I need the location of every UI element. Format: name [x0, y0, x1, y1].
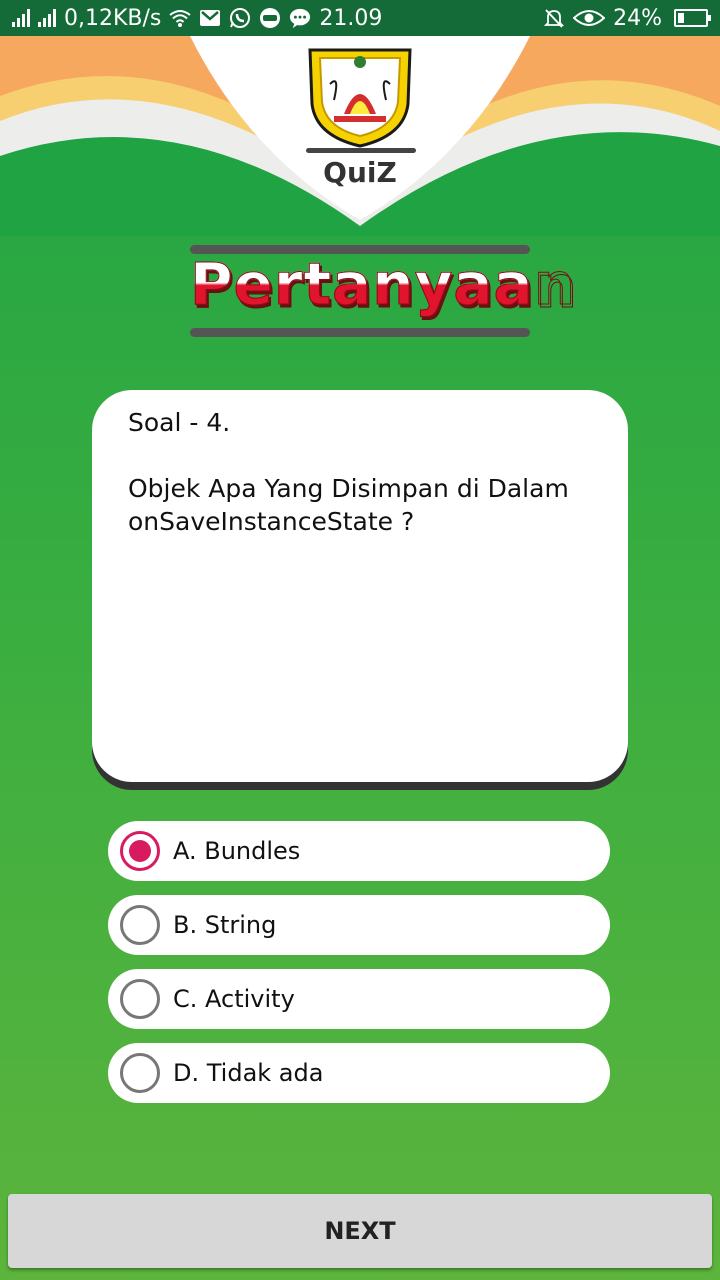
question-number: Soal - 4. — [128, 408, 231, 437]
radio-button[interactable] — [120, 905, 160, 945]
network-speed: 0,12KB/s — [64, 5, 162, 31]
logo-divider — [306, 148, 416, 153]
option-a[interactable]: A. Bundles — [108, 821, 610, 881]
next-button[interactable]: NEXT — [8, 1194, 712, 1268]
battery-percent: 24% — [613, 5, 662, 31]
battery-icon — [674, 9, 711, 27]
line-icon — [259, 7, 281, 29]
clock: 21.09 — [319, 5, 383, 31]
option-label: D. Tidak ada — [173, 1059, 324, 1087]
page-title: Pertanyaan — [190, 250, 576, 319]
wifi-icon — [169, 7, 192, 29]
status-bar: 0,12KB/s 21.09 24% — [0, 0, 720, 36]
radio-button[interactable] — [120, 1053, 160, 1093]
option-b[interactable]: B. String — [108, 895, 610, 955]
whatsapp-icon — [229, 7, 251, 29]
chat-icon — [289, 7, 311, 29]
radio-button[interactable] — [120, 831, 160, 871]
app-title: QuiZ — [323, 156, 397, 189]
question-text: Objek Apa Yang Disimpan di Dalam onSaveI… — [128, 474, 569, 536]
question-card: Soal - 4. Objek Apa Yang Disimpan di Dal… — [92, 390, 628, 782]
banner-bottom-line — [190, 328, 530, 337]
university-logo — [304, 44, 416, 148]
option-label: B. String — [173, 911, 277, 939]
eye-icon — [573, 7, 606, 29]
signal-icon — [12, 9, 30, 27]
status-bar-right: 24% — [543, 5, 711, 31]
option-d[interactable]: D. Tidak ada — [108, 1043, 610, 1103]
option-c[interactable]: C. Activity — [108, 969, 610, 1029]
status-bar-left: 0,12KB/s 21.09 — [12, 6, 382, 31]
option-label: C. Activity — [173, 985, 295, 1013]
signal-icon — [38, 9, 56, 27]
gmail-icon — [199, 7, 221, 29]
option-label: A. Bundles — [173, 837, 301, 865]
mute-icon — [543, 7, 565, 29]
radio-button[interactable] — [120, 979, 160, 1019]
